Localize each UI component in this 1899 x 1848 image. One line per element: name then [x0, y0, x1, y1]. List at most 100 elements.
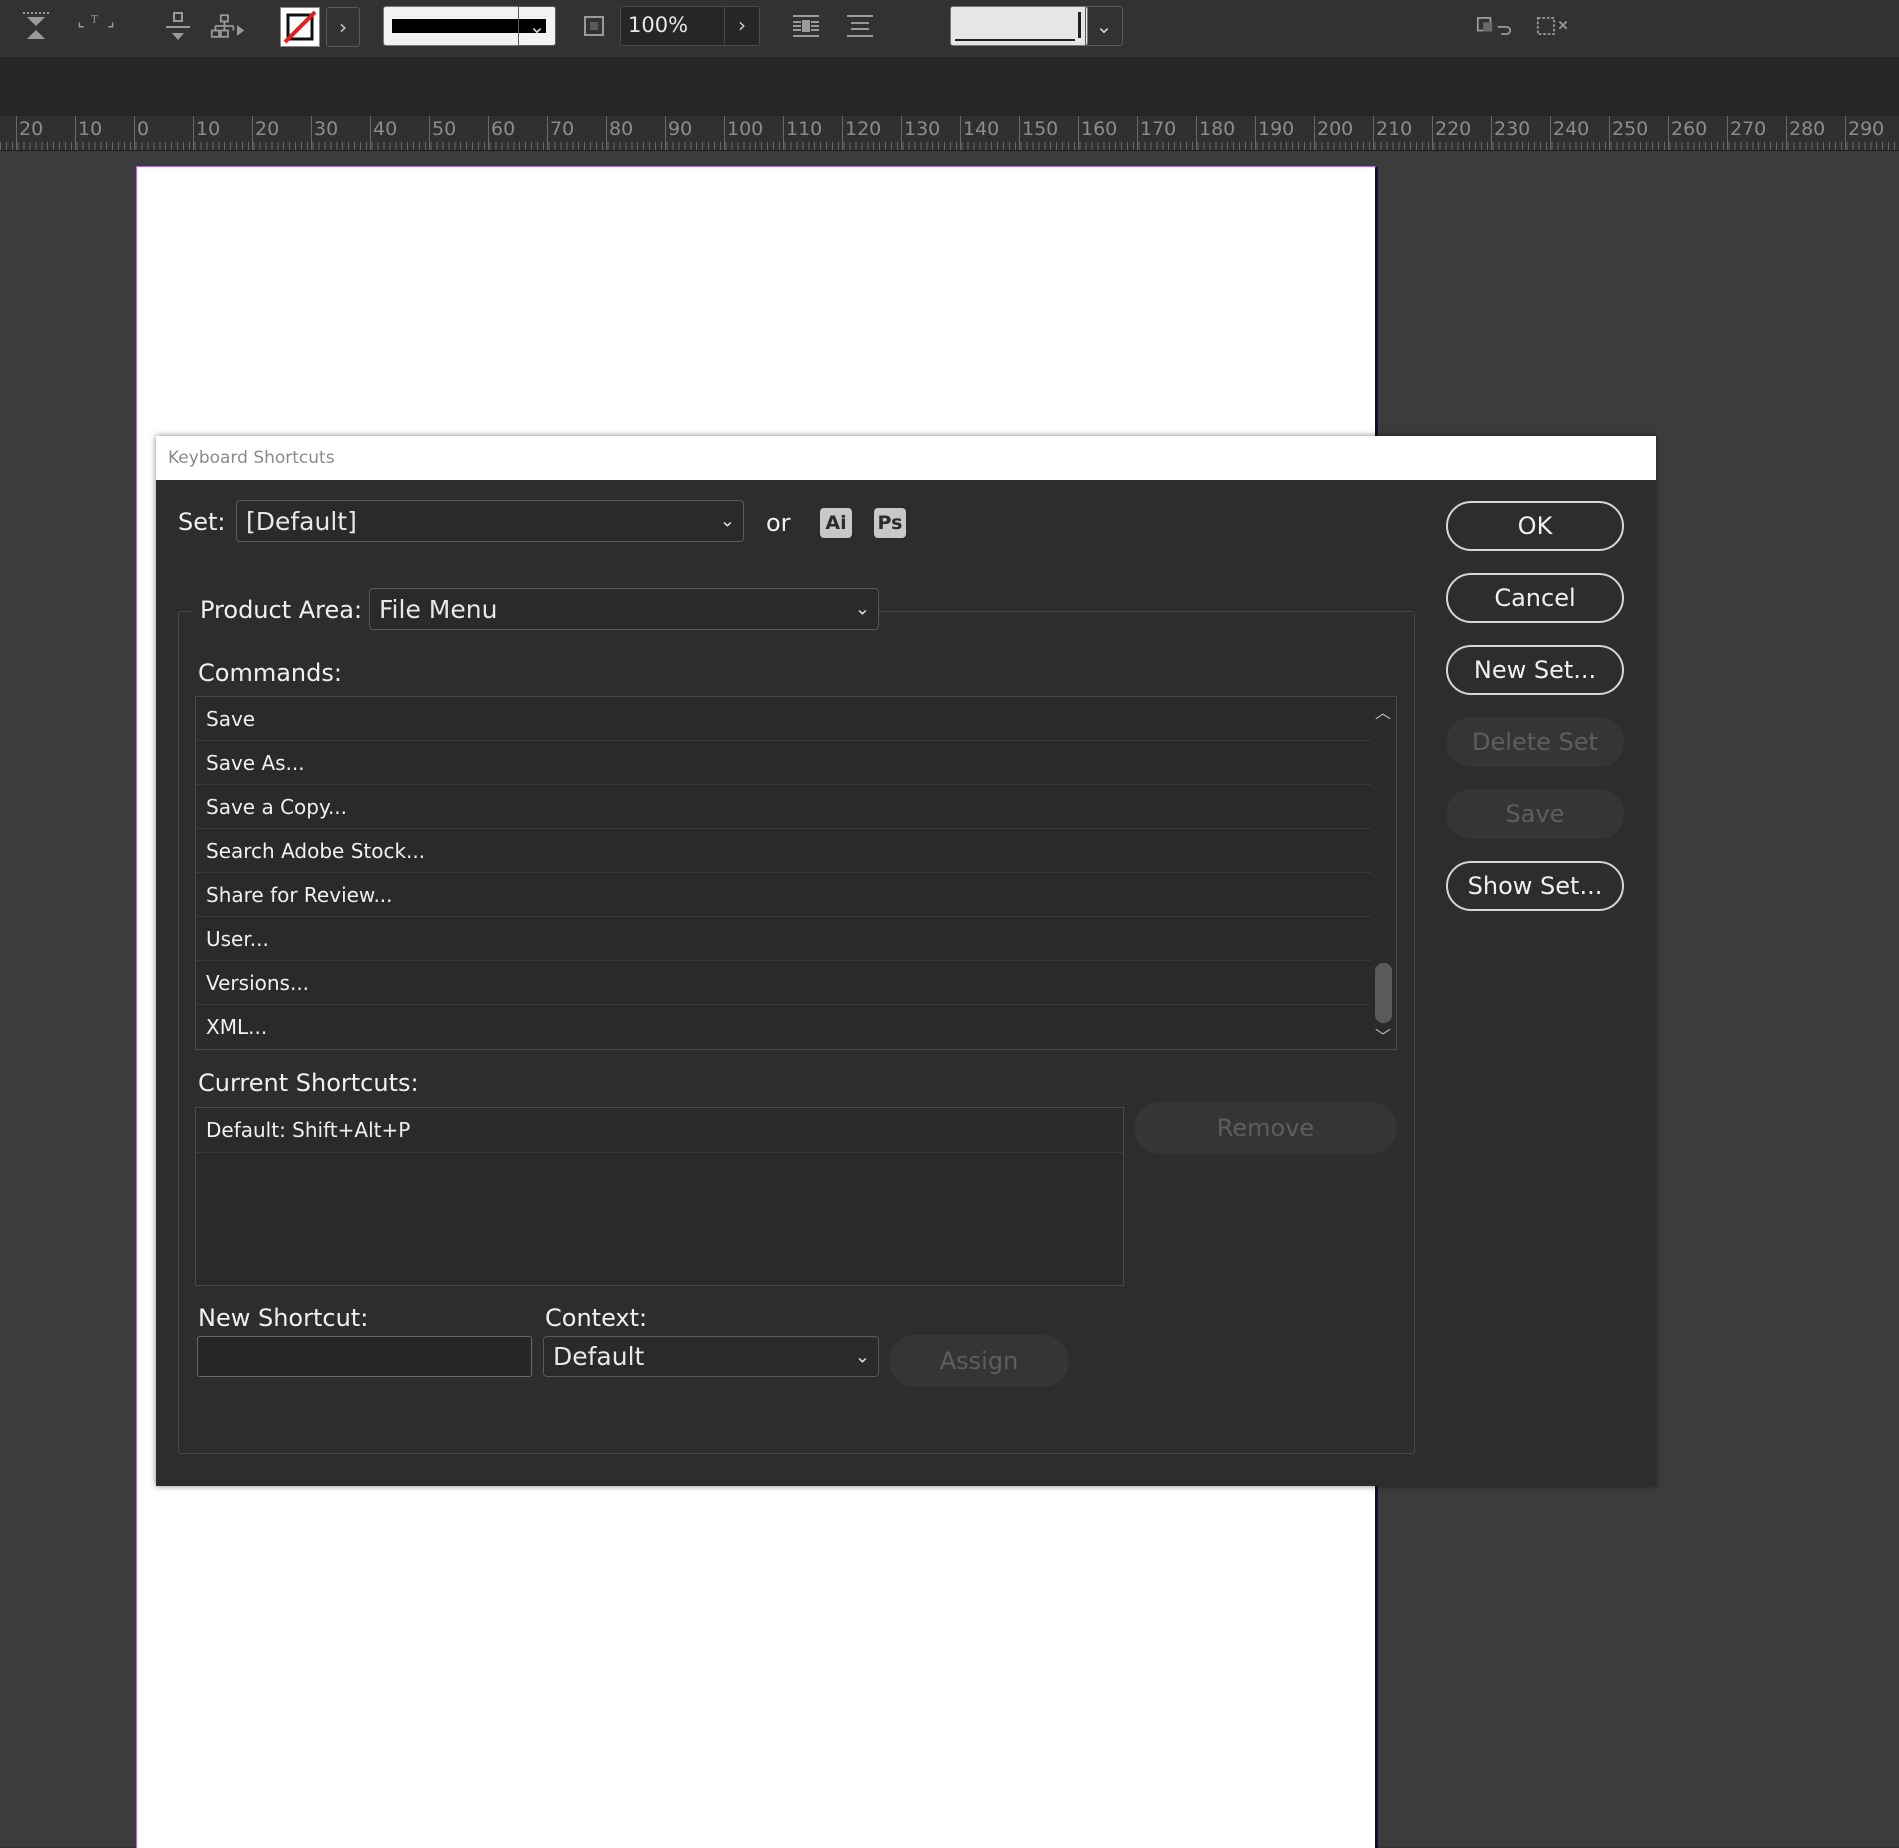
- text-frame-corner-icon[interactable]: T: [78, 8, 114, 44]
- keyboard-shortcuts-dialog: Keyboard Shortcuts Set: [Default] ⌄ or A…: [156, 436, 1656, 1486]
- ruler-major-tick: [842, 116, 843, 150]
- stroke-flyout-arrow[interactable]: ›: [326, 7, 360, 47]
- delete-set-button[interactable]: Delete Set: [1446, 717, 1624, 767]
- ruler-tick-label: 270: [1730, 118, 1767, 140]
- ruler-major-tick: [252, 116, 253, 150]
- ruler-tick-label: 0: [137, 118, 150, 140]
- ruler-tick-label: 40: [373, 118, 398, 140]
- commands-list[interactable]: Save Save As... Save a Copy... Search Ad…: [195, 696, 1397, 1050]
- ruler-tick-label: 50: [432, 118, 457, 140]
- list-item[interactable]: XML...: [196, 1005, 1371, 1049]
- control-bar: T › ⌄ 100% › ⌄: [0, 0, 1899, 58]
- ruler-major-tick: [429, 116, 430, 150]
- ruler-major-tick: [1373, 116, 1374, 150]
- ruler-major-tick: [724, 116, 725, 150]
- ruler-major-tick: [606, 116, 607, 150]
- object-style-field[interactable]: [950, 6, 1088, 46]
- commands-label: Commands:: [198, 659, 342, 687]
- remove-button[interactable]: Remove: [1134, 1102, 1397, 1154]
- chevron-down-icon[interactable]: ⌄: [1085, 6, 1123, 46]
- product-area-select[interactable]: File Menu ⌄: [369, 588, 879, 630]
- chevron-down-icon: ⌄: [854, 1346, 870, 1367]
- chevron-down-icon[interactable]: ⌄: [518, 6, 556, 46]
- ruler-tick-label: 140: [963, 118, 1000, 140]
- current-shortcuts-list[interactable]: Default: Shift+Alt+P: [195, 1107, 1124, 1286]
- ruler-tick-label: 180: [1199, 118, 1236, 140]
- ruler-tick-label: 150: [1022, 118, 1059, 140]
- commands-scrollbar[interactable]: ︿ ﹀: [1371, 697, 1396, 1049]
- or-label: or: [766, 509, 791, 537]
- ruler-tick-label: 260: [1671, 118, 1708, 140]
- document-tab-strip: [0, 58, 1899, 116]
- ruler-major-tick: [1668, 116, 1669, 150]
- ruler-major-tick: [1137, 116, 1138, 150]
- dialog-title: Keyboard Shortcuts: [156, 436, 1656, 480]
- ruler-tick-label: 100: [727, 118, 764, 140]
- list-item[interactable]: Versions...: [196, 961, 1371, 1005]
- ruler-tick-label: 70: [550, 118, 575, 140]
- new-shortcut-label: New Shortcut:: [198, 1304, 369, 1332]
- set-select[interactable]: [Default] ⌄: [236, 500, 744, 542]
- chevron-down-icon: ⌄: [854, 598, 870, 620]
- ruler-tick-label: 20: [19, 118, 44, 140]
- new-shortcut-input[interactable]: [197, 1336, 532, 1377]
- ruler-major-tick: [1196, 116, 1197, 150]
- list-item[interactable]: Save a Copy...: [196, 785, 1371, 829]
- ruler-major-tick: [193, 116, 194, 150]
- cancel-button[interactable]: Cancel: [1446, 573, 1624, 623]
- ruler-major-tick: [1491, 116, 1492, 150]
- scroll-up-icon[interactable]: ︿: [1375, 699, 1391, 723]
- ruler-major-tick: [547, 116, 548, 150]
- list-item[interactable]: Save As...: [196, 741, 1371, 785]
- ruler-major-tick: [1255, 116, 1256, 150]
- ruler-tick-label: 20: [255, 118, 280, 140]
- list-item[interactable]: Save: [196, 697, 1371, 741]
- ruler-tick-label: 90: [668, 118, 693, 140]
- list-item[interactable]: Search Adobe Stock...: [196, 829, 1371, 873]
- svg-text:T: T: [91, 14, 98, 25]
- ruler-tick-label: 110: [786, 118, 823, 140]
- ruler-tick-label: 60: [491, 118, 516, 140]
- ruler-major-tick: [1550, 116, 1551, 150]
- current-shortcuts-label: Current Shortcuts:: [198, 1069, 419, 1097]
- auto-fit-icon[interactable]: [1476, 8, 1512, 44]
- ruler-major-tick: [1019, 116, 1020, 150]
- opacity-icon: [576, 8, 612, 44]
- ruler-tick-label: 10: [78, 118, 103, 140]
- assign-button[interactable]: Assign: [889, 1335, 1069, 1387]
- text-wrap-icon[interactable]: [788, 8, 824, 44]
- new-set-button[interactable]: New Set...: [1446, 645, 1624, 695]
- horizontal-ruler[interactable]: 20 10 0 10 20 30 40 50 60 70 80 90 100 110 120 130 140 15…: [0, 116, 1899, 151]
- ruler-major-tick: [134, 116, 135, 150]
- ok-button[interactable]: OK: [1446, 501, 1624, 551]
- scroll-down-icon[interactable]: ﹀: [1375, 1023, 1391, 1047]
- hierarchy-icon[interactable]: [210, 8, 246, 44]
- photoshop-set-icon[interactable]: Ps: [874, 508, 906, 538]
- ruler-tick-label: 210: [1376, 118, 1413, 140]
- distribute-icon[interactable]: [160, 8, 196, 44]
- ruler-tick-label: 80: [609, 118, 634, 140]
- show-set-button[interactable]: Show Set...: [1446, 861, 1624, 911]
- scroll-thumb[interactable]: [1375, 963, 1392, 1023]
- ruler-tick-label: 160: [1081, 118, 1118, 140]
- product-area-value: File Menu: [379, 594, 498, 624]
- illustrator-set-icon[interactable]: Ai: [820, 508, 852, 538]
- ruler-tick-label: 30: [314, 118, 339, 140]
- list-item[interactable]: Default: Shift+Alt+P: [196, 1108, 1123, 1153]
- ruler-tick-label: 290: [1848, 118, 1885, 140]
- ruler-major-tick: [488, 116, 489, 150]
- list-item[interactable]: User...: [196, 917, 1371, 961]
- save-set-button[interactable]: Save: [1446, 789, 1624, 839]
- align-bottom-icon[interactable]: [18, 8, 54, 44]
- fit-frame-icon[interactable]: [1536, 8, 1572, 44]
- ruler-major-tick: [901, 116, 902, 150]
- opacity-flyout-arrow[interactable]: ›: [724, 6, 759, 44]
- stroke-swatch[interactable]: [280, 7, 320, 47]
- context-select[interactable]: Default ⌄: [543, 1336, 879, 1377]
- set-label: Set:: [178, 508, 226, 536]
- ruler-major-tick: [1786, 116, 1787, 150]
- list-item[interactable]: Share for Review...: [196, 873, 1371, 917]
- align-center-icon[interactable]: [842, 8, 878, 44]
- set-select-value: [Default]: [246, 506, 357, 536]
- ruler-tick-label: 10: [196, 118, 221, 140]
